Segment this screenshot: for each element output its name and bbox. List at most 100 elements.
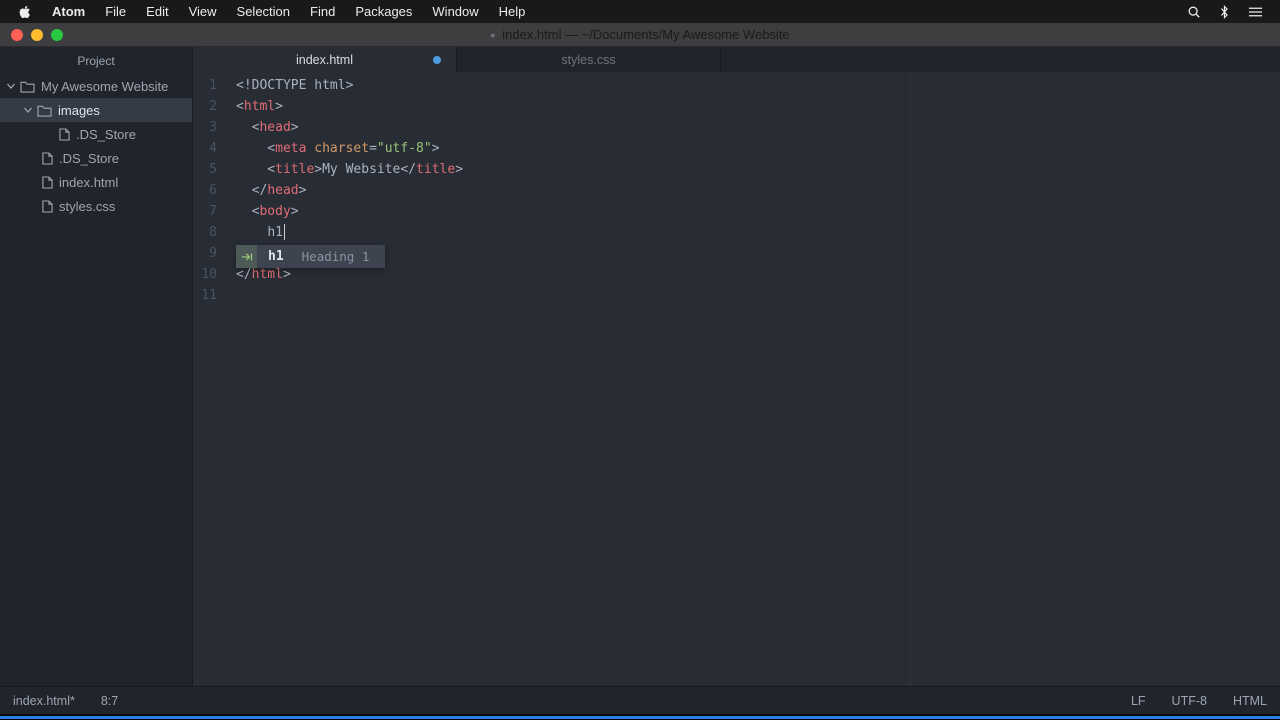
apple-menu-icon[interactable] [8,4,42,20]
tree-item-label: index.html [59,175,118,190]
code-line-7[interactable]: <body> [236,201,1280,222]
code-token: <!DOCTYPE html> [236,78,353,93]
menu-item-packages[interactable]: Packages [345,4,422,19]
code-lines[interactable]: <!DOCTYPE html><html> <head> <meta chars… [236,75,1280,306]
tab-modified-dot-icon[interactable] [433,56,441,64]
folder-icon [37,104,52,117]
tree-item-label: My Awesome Website [41,79,168,94]
window-controls [11,29,63,41]
code-line-3[interactable]: <head> [236,117,1280,138]
code-token: > [314,162,322,177]
line-number: 11 [193,285,217,306]
code-token: > [291,204,299,219]
line-number: 3 [193,117,217,138]
line-number: 2 [193,96,217,117]
tree-item-label: images [58,103,100,118]
status-file-name[interactable]: index.html* [13,694,75,708]
menu-item-help[interactable]: Help [489,4,536,19]
line-ending-indicator[interactable]: LF [1131,694,1146,708]
tree-item-index-html[interactable]: index.html [0,170,192,194]
line-number: 10 [193,264,217,285]
menu-items: AtomFileEditViewSelectionFindPackagesWin… [42,4,535,19]
window-title: • index.html — ~/Documents/My Awesome We… [0,27,1280,42]
code-token: meta [275,141,306,156]
code-token: body [259,204,290,219]
menu-item-find[interactable]: Find [300,4,345,19]
code-token: < [236,162,275,177]
project-header: Project [0,47,192,74]
menu-item-window[interactable]: Window [422,4,488,19]
code-token: < [236,120,259,135]
chevron-down-icon[interactable] [6,81,16,91]
editor[interactable]: 1234567891011 <!DOCTYPE html><html> <hea… [193,72,1280,686]
spotlight-search-icon[interactable] [1178,5,1210,19]
code-token: html [252,267,283,282]
code-token: > [283,267,291,282]
menu-item-view[interactable]: View [179,4,227,19]
window-title-bar[interactable]: • index.html — ~/Documents/My Awesome We… [0,23,1280,47]
tree-item--ds-store[interactable]: .DS_Store [0,122,192,146]
menu-item-atom[interactable]: Atom [42,4,95,19]
zoom-window-button[interactable] [51,29,63,41]
file-icon [59,128,70,141]
close-window-button[interactable] [11,29,23,41]
tree-item-my-awesome-website[interactable]: My Awesome Website [0,74,192,98]
code-token: > [291,120,299,135]
notification-center-icon[interactable] [1239,5,1272,19]
code-token: head [259,120,290,135]
main-area: Project My Awesome Website images .DS_Stor… [0,47,1280,686]
tab-label: index.html [296,53,353,67]
tree-item-label: styles.css [59,199,115,214]
video-progress-bar[interactable] [0,716,1280,719]
code-token: = [369,141,377,156]
window-title-text: index.html — ~/Documents/My Awesome Webs… [502,27,789,42]
code-line-9[interactable] [236,243,1280,264]
tree-item-images[interactable]: images [0,98,192,122]
code-token: My Website [322,162,400,177]
tree-item--ds-store[interactable]: .DS_Store [0,146,192,170]
tree-list: My Awesome Website images .DS_Store.DS_Sto… [0,74,192,218]
code-token: title [275,162,314,177]
line-number: 7 [193,201,217,222]
code-line-4[interactable]: <meta charset="utf-8"> [236,138,1280,159]
code-token [236,225,267,240]
tab-index-html[interactable]: index.html [193,47,457,72]
code-line-5[interactable]: <title>My Website</title> [236,159,1280,180]
code-line-11[interactable] [236,285,1280,306]
minimize-window-button[interactable] [31,29,43,41]
code-line-1[interactable]: <!DOCTYPE html> [236,75,1280,96]
grammar-indicator[interactable]: HTML [1233,694,1267,708]
cursor-position[interactable]: 8:7 [101,694,118,708]
code-token: > [299,183,307,198]
menu-item-file[interactable]: File [95,4,136,19]
bluetooth-icon[interactable] [1210,5,1239,19]
code-token: </ [400,162,416,177]
code-line-6[interactable]: </head> [236,180,1280,201]
file-icon [42,152,53,165]
menu-status-icons [1178,5,1272,19]
tree-item-styles-css[interactable]: styles.css [0,194,192,218]
line-number: 5 [193,159,217,180]
code-line-8[interactable]: h1 [236,222,1280,243]
tab-styles-css[interactable]: styles.css [457,47,721,72]
tree-view-sidebar: Project My Awesome Website images .DS_Stor… [0,47,193,686]
code-token: head [267,183,298,198]
wrap-guide [910,72,911,686]
autocomplete-match[interactable]: h1 [257,245,302,268]
chevron-down-icon[interactable] [23,105,33,115]
line-number: 1 [193,75,217,96]
code-line-10[interactable]: </html> [236,264,1280,285]
menu-item-edit[interactable]: Edit [136,4,178,19]
tab-label: styles.css [561,53,615,67]
line-number: 6 [193,180,217,201]
code-token: > [455,162,463,177]
code-line-2[interactable]: <html> [236,96,1280,117]
encoding-indicator[interactable]: UTF-8 [1172,694,1207,708]
menu-item-selection[interactable]: Selection [227,4,300,19]
autocomplete-popup[interactable]: h1 Heading 1 [236,245,385,268]
menu-bar: AtomFileEditViewSelectionFindPackagesWin… [0,0,1280,23]
code-token: > [275,99,283,114]
code-token: > [432,141,440,156]
folder-icon [20,80,35,93]
line-number: 8 [193,222,217,243]
